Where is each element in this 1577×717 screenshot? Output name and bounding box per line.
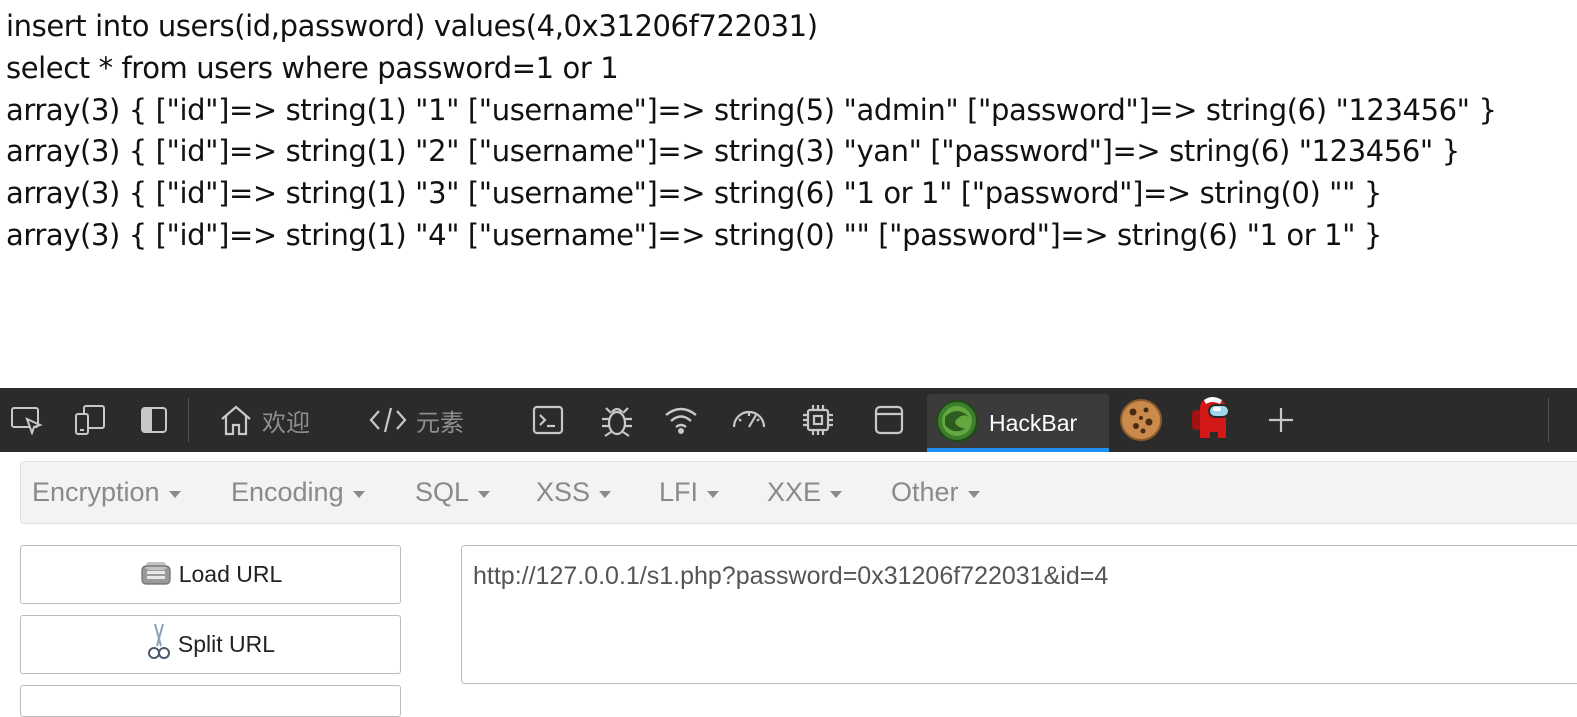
menu-label: Encoding [231,477,344,507]
caret-down-icon [168,491,181,498]
menu-label: SQL [415,477,470,507]
caret-down-icon [352,491,365,498]
menu-label: Encryption [32,477,160,507]
load-url-icon [139,556,179,594]
menu-encryption[interactable]: Encryption [32,462,181,523]
split-url-label: Split URL [177,631,276,657]
among-us-icon[interactable] [1186,388,1236,452]
console-icon[interactable] [528,388,568,452]
url-value: http://127.0.0.1/s1.php?password=0x31206… [473,562,1109,590]
tab-hackbar[interactable]: HackBar [927,394,1109,452]
url-textarea[interactable]: http://127.0.0.1/s1.php?password=0x31206… [461,545,1577,684]
tab-hackbar-label: HackBar [989,409,1078,436]
bug-icon[interactable] [597,388,637,452]
menu-label: Other [891,477,959,507]
menu-xxe[interactable]: XXE [767,462,843,523]
tab-elements[interactable]: 元素 [368,388,464,452]
split-url-button[interactable]: Split URL [20,615,401,674]
load-url-button[interactable]: Load URL [20,545,401,604]
output-line: array(3) { ["id"]=> string(1) "2" ["user… [6,134,1460,169]
active-tab-indicator [927,448,1109,452]
dock-side-icon[interactable] [134,388,174,452]
menu-sql[interactable]: SQL [415,462,491,523]
tab-welcome-label: 欢迎 [262,408,310,437]
caret-down-icon [830,491,843,498]
tab-welcome[interactable]: 欢迎 [218,388,310,452]
hackbar-logo-icon [935,399,979,448]
code-icon [368,405,408,435]
plus-icon[interactable] [1262,388,1300,452]
output-line: array(3) { ["id"]=> string(1) "3" ["user… [6,176,1382,211]
device-emulation-icon[interactable] [70,388,110,452]
page-output: insert into users(id,password) values(4,… [6,6,1577,257]
menu-label: XSS [536,477,591,507]
menu-encoding[interactable]: Encoding [231,462,365,523]
execute-button[interactable] [20,685,401,717]
cpu-icon[interactable] [798,388,838,452]
output-line: array(3) { ["id"]=> string(1) "4" ["user… [6,217,1382,252]
cookie-icon[interactable] [1118,388,1164,452]
wifi-icon[interactable] [661,388,701,452]
caret-down-icon [967,491,980,498]
load-url-label: Load URL [178,561,283,587]
caret-down-icon [478,491,491,498]
caret-down-icon [707,491,720,498]
output-line: select * from users where password=1 or … [6,50,619,85]
scissors-icon [146,622,178,668]
menu-label: LFI [659,477,699,507]
output-line: array(3) { ["id"]=> string(1) "1" ["user… [6,92,1497,127]
menu-lfi[interactable]: LFI [659,462,720,523]
output-line: insert into users(id,password) values(4,… [6,9,818,43]
hackbar-menu: Encryption Encoding SQL XSS LFI XXE Othe… [20,461,1577,524]
menu-xss[interactable]: XSS [536,462,612,523]
application-icon[interactable] [869,388,909,452]
inspect-icon[interactable] [6,388,48,452]
menu-label: XXE [767,477,822,507]
home-icon [218,403,254,437]
tab-elements-label: 元素 [416,408,464,437]
menu-other[interactable]: Other [891,462,980,523]
toolbar-divider [1548,398,1549,442]
caret-down-icon [599,491,612,498]
performance-icon[interactable] [728,388,770,452]
devtools-toolbar: 欢迎 元素 HackBar [0,388,1577,452]
toolbar-divider [188,398,189,442]
